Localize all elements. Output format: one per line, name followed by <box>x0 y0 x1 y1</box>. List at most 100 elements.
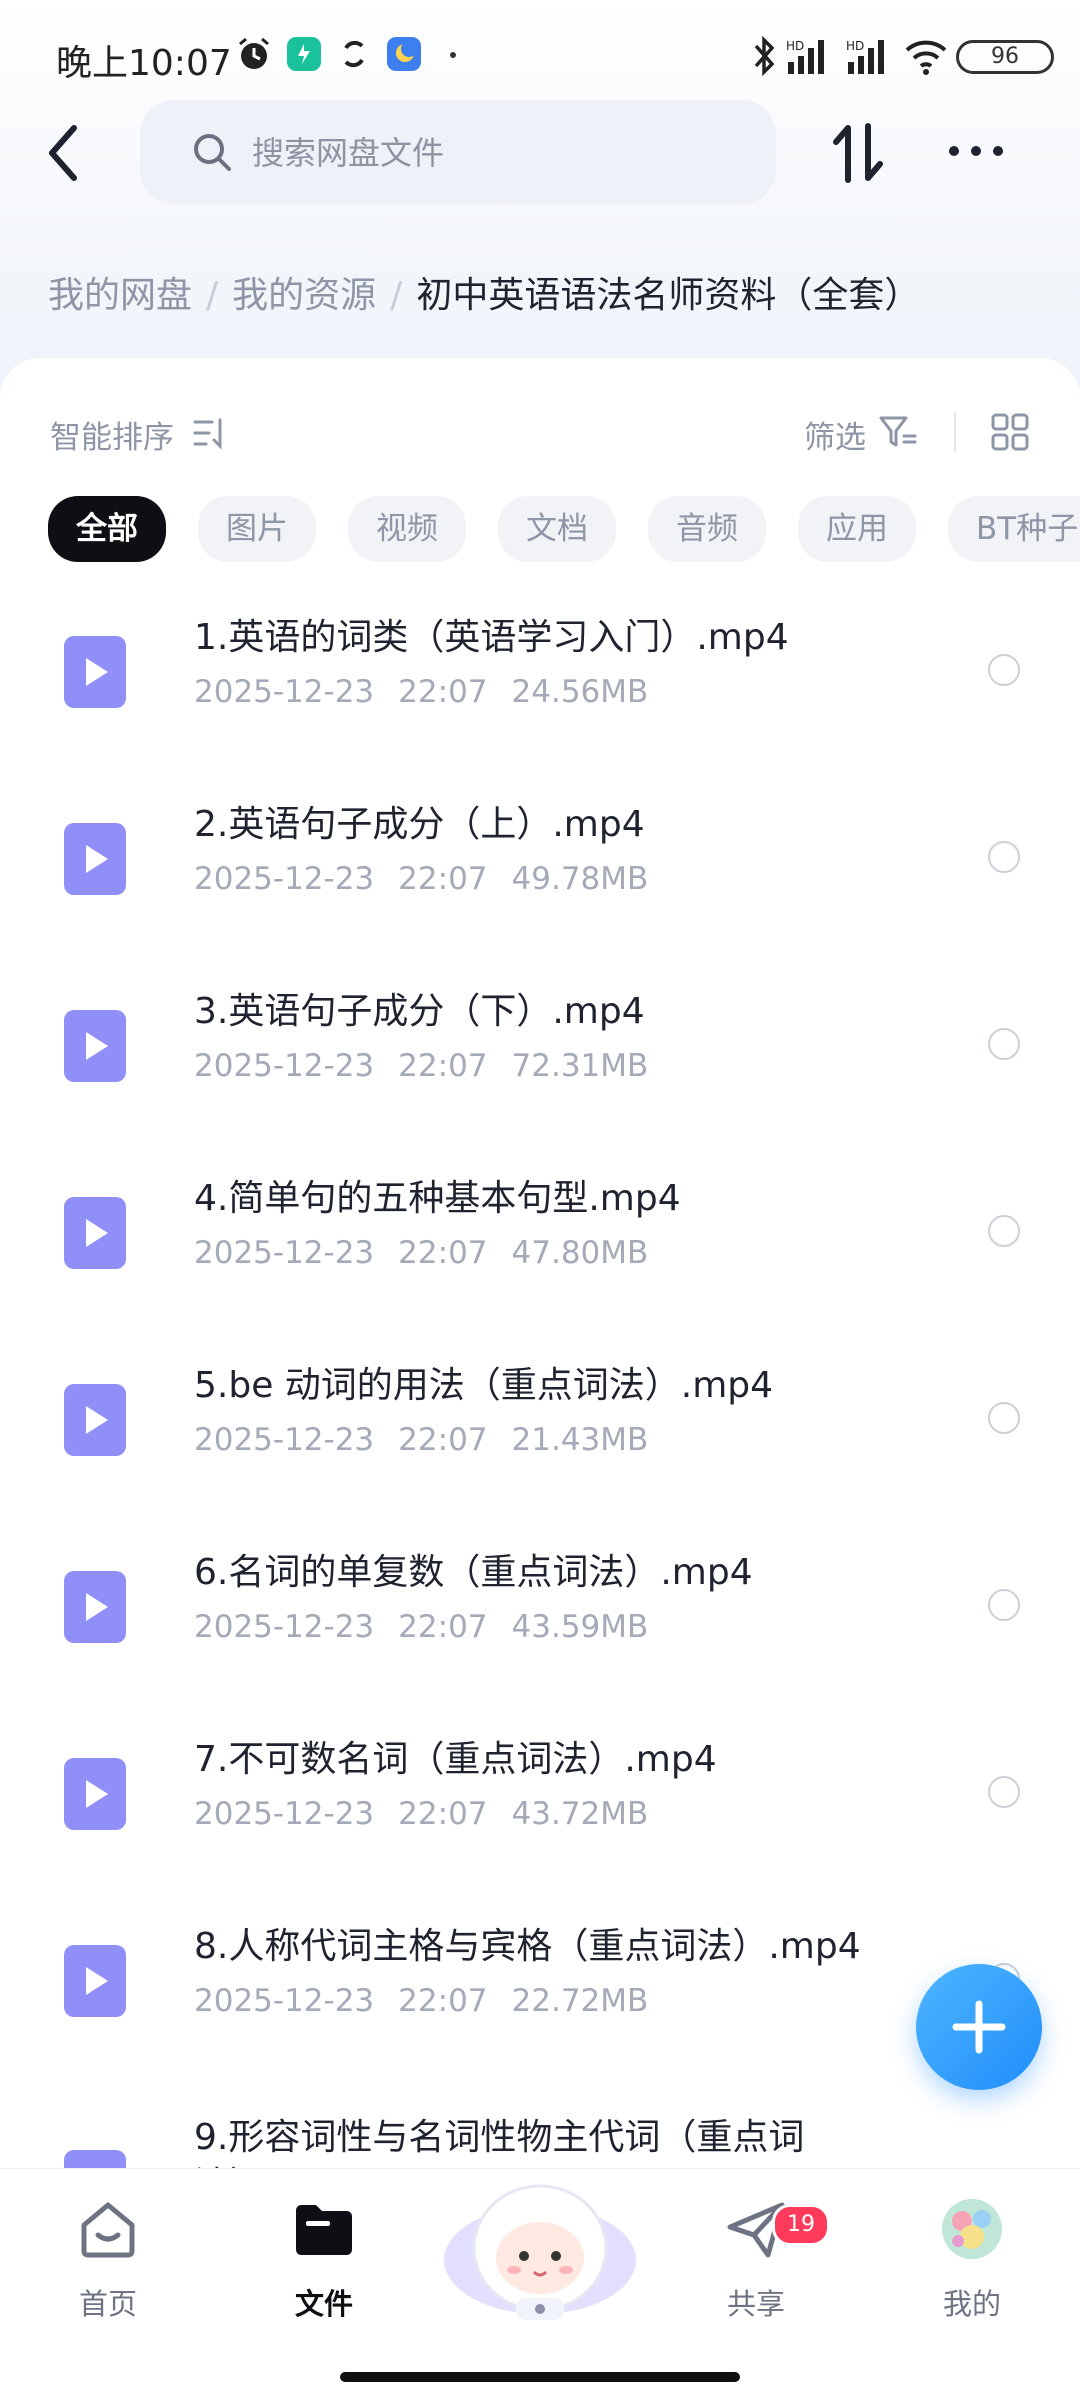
select-checkbox[interactable] <box>988 1589 1020 1621</box>
status-time: 晚上10:07 <box>56 43 232 84</box>
file-size: 43.59MB <box>511 1609 649 1645</box>
signal-hd1-icon: HD <box>786 39 824 74</box>
wifi-icon <box>905 40 947 75</box>
mascot-icon[interactable] <box>440 2152 640 2322</box>
chip-all[interactable]: 全部 <box>48 496 166 562</box>
chip-bt-torrents[interactable]: BT种子 <box>948 496 1080 562</box>
nav-files[interactable]: 文件 <box>254 2189 394 2321</box>
breadcrumb: 我的网盘 / 我的资源 / 初中英语语法名师资料（全套） <box>48 266 920 318</box>
file-type-filter-chips: 全部 图片 视频 文档 音频 应用 BT种子 <box>48 496 1080 562</box>
chip-videos[interactable]: 视频 <box>348 496 466 562</box>
select-checkbox[interactable] <box>988 1215 1020 1247</box>
nav-share-label: 共享 <box>726 2287 785 2321</box>
breadcrumb-separator: / <box>206 275 219 316</box>
video-file-icon <box>64 823 126 895</box>
chip-apps[interactable]: 应用 <box>798 496 916 562</box>
breadcrumb-item-my-resources[interactable]: 我的资源 <box>232 275 376 316</box>
file-time: 22:07 <box>398 1796 488 1832</box>
file-size: 22.72MB <box>511 1983 649 2019</box>
battery-level: 96 <box>991 44 1019 69</box>
svg-text:HD: HD <box>786 39 804 53</box>
video-file-icon <box>64 1571 126 1643</box>
filter-icon[interactable] <box>878 414 918 450</box>
file-date: 2025-12-23 <box>194 1422 375 1458</box>
battery-icon: 96 <box>956 40 1054 74</box>
file-row[interactable]: 3.英语句子成分（下）.mp4 2025-12-23 22:07 72.31MB <box>0 978 1080 1165</box>
breadcrumb-separator: / <box>390 275 403 316</box>
file-name: 5.be 动词的用法（重点词法）.mp4 <box>194 1365 774 1406</box>
file-size: 72.31MB <box>511 1048 649 1084</box>
toolbar-divider <box>954 412 956 452</box>
sort-button[interactable]: 智能排序 <box>50 412 174 457</box>
file-meta: 2025-12-23 22:07 22.72MB <box>194 1983 672 2019</box>
file-date: 2025-12-23 <box>194 1609 375 1645</box>
chip-images[interactable]: 图片 <box>198 496 316 562</box>
select-checkbox[interactable] <box>988 654 1020 686</box>
sort-icon[interactable] <box>192 416 228 450</box>
chip-audio[interactable]: 音频 <box>648 496 766 562</box>
file-date: 2025-12-23 <box>194 1235 375 1271</box>
transfer-updown-icon[interactable] <box>830 122 886 184</box>
select-checkbox[interactable] <box>988 1028 1020 1060</box>
select-checkbox[interactable] <box>988 1776 1020 1808</box>
file-size: 49.78MB <box>511 861 649 897</box>
file-meta: 2025-12-23 22:07 43.72MB <box>194 1796 672 1832</box>
select-checkbox[interactable] <box>988 841 1020 873</box>
video-file-icon <box>64 1010 126 1082</box>
video-file-icon <box>64 1384 126 1456</box>
select-checkbox[interactable] <box>988 1402 1020 1434</box>
file-row[interactable]: 7.不可数名词（重点词法）.mp4 2025-12-23 22:07 43.72MB <box>0 1726 1080 1913</box>
filter-button[interactable]: 筛选 <box>804 412 866 457</box>
home-icon <box>81 2202 135 2258</box>
file-name: 8.人称代词主格与宾格（重点词法）.mp4 <box>194 1926 861 1967</box>
signal-hd2-icon: HD <box>846 39 884 74</box>
file-time: 22:07 <box>398 674 488 710</box>
file-size: 21.43MB <box>511 1422 649 1458</box>
home-indicator <box>340 2372 740 2382</box>
file-row[interactable]: 2.英语句子成分（上）.mp4 2025-12-23 22:07 49.78MB <box>0 791 1080 978</box>
nav-files-label: 文件 <box>294 2287 353 2321</box>
video-file-icon <box>64 1758 126 1830</box>
search-icon <box>194 134 231 171</box>
file-meta: 2025-12-23 22:07 49.78MB <box>194 861 672 897</box>
nav-home-label: 首页 <box>78 2287 137 2321</box>
breadcrumb-item-my-drive[interactable]: 我的网盘 <box>48 275 192 316</box>
nav-me[interactable]: 我的 <box>902 2189 1042 2321</box>
video-file-icon <box>64 1197 126 1269</box>
file-date: 2025-12-23 <box>194 1048 375 1084</box>
file-row[interactable]: 5.be 动词的用法（重点词法）.mp4 2025-12-23 22:07 21.4… <box>0 1352 1080 1539</box>
svg-text:HD: HD <box>846 39 864 53</box>
back-arrow-icon[interactable] <box>38 118 88 188</box>
grid-view-icon[interactable] <box>990 412 1030 452</box>
bluetooth-icon <box>754 36 775 76</box>
file-meta: 2025-12-23 22:07 43.59MB <box>194 1609 672 1645</box>
file-row[interactable]: 4.简单句的五种基本句型.mp4 2025-12-23 22:07 47.80MB <box>0 1165 1080 1352</box>
video-file-icon <box>64 1945 126 2017</box>
search-input[interactable] <box>250 124 734 182</box>
nav-home[interactable]: 首页 <box>38 2189 178 2321</box>
file-size: 24.56MB <box>511 674 649 710</box>
plus-icon <box>952 2000 1006 2054</box>
file-name: 4.简单句的五种基本句型.mp4 <box>194 1178 681 1219</box>
file-size: 47.80MB <box>511 1235 649 1271</box>
chip-documents[interactable]: 文档 <box>498 496 616 562</box>
file-time: 22:07 <box>398 1983 488 2019</box>
add-button[interactable] <box>916 1964 1042 2090</box>
file-time: 22:07 <box>398 1422 488 1458</box>
file-row[interactable]: 6.名词的单复数（重点词法）.mp4 2025-12-23 22:07 43.59M… <box>0 1539 1080 1726</box>
file-size: 43.72MB <box>511 1796 649 1832</box>
search-bar[interactable] <box>140 100 776 204</box>
breadcrumb-current-folder: 初中英语语法名师资料（全套） <box>416 275 921 316</box>
file-meta: 2025-12-23 22:07 21.43MB <box>194 1422 672 1458</box>
file-meta: 2025-12-23 22:07 24.56MB <box>194 674 672 710</box>
file-date: 2025-12-23 <box>194 1796 375 1832</box>
file-date: 2025-12-23 <box>194 1983 375 2019</box>
avatar <box>942 2199 1002 2259</box>
nav-me-label: 我的 <box>942 2287 1001 2321</box>
file-time: 22:07 <box>398 1609 488 1645</box>
file-name: 3.英语句子成分（下）.mp4 <box>194 991 645 1032</box>
file-row[interactable]: 1.英语的词类（英语学习入门）.mp4 2025-12-23 22:07 24.56… <box>0 604 1080 791</box>
dot-icon <box>450 52 456 58</box>
video-file-icon <box>64 636 126 708</box>
more-dots-icon[interactable] <box>946 136 1006 166</box>
